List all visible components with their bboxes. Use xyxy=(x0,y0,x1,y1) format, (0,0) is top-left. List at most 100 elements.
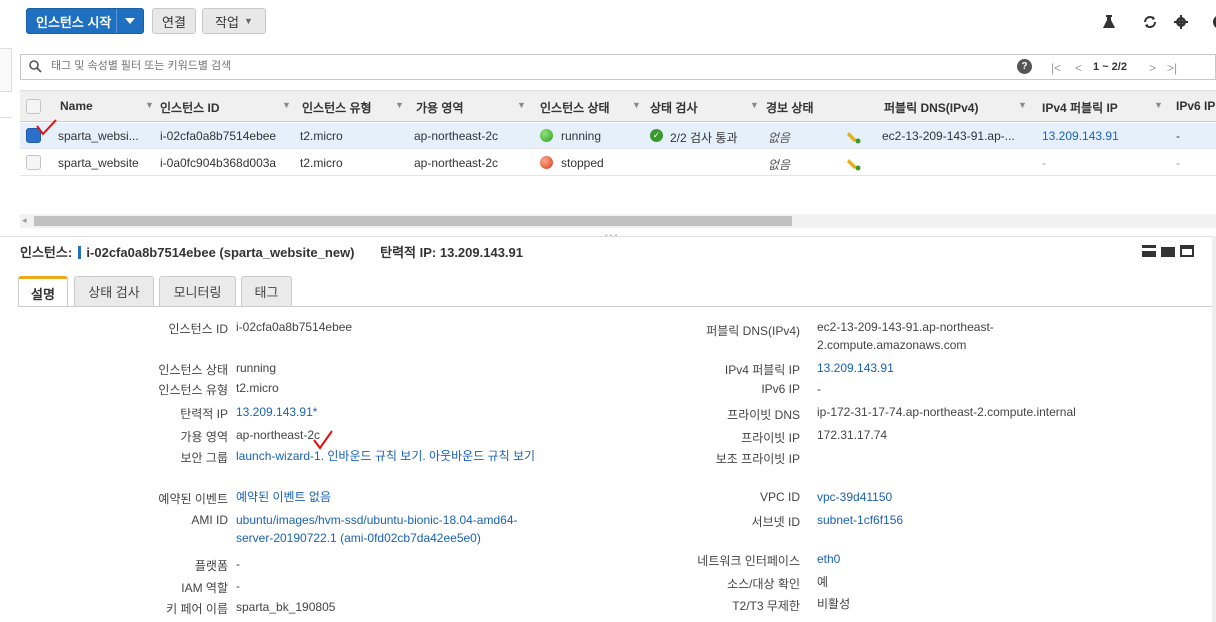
scroll-left-icon[interactable]: ◂ xyxy=(22,215,27,226)
sort-icon[interactable]: ▼ xyxy=(1154,100,1163,110)
layout-bottom-icon[interactable] xyxy=(1142,245,1156,257)
column-header-state[interactable]: 인스턴스 상태 xyxy=(540,99,610,116)
tab-underline xyxy=(18,306,1216,307)
value-source-dest-check: 예 xyxy=(817,575,829,589)
cell-type: t2.micro xyxy=(300,129,343,143)
annotation-checkmark xyxy=(36,119,57,136)
value-scheduled-events[interactable]: 예약된 이벤트 없음 xyxy=(236,488,331,506)
value-public-dns: ec2-13-209-143-91.ap-northeast-2.compute… xyxy=(817,320,994,352)
tab-tags[interactable]: 태그 xyxy=(241,276,292,306)
left-panel-edge xyxy=(0,48,12,92)
tab-description[interactable]: 설명 xyxy=(18,276,68,307)
sort-icon[interactable]: ▼ xyxy=(750,100,759,110)
annotation-checkmark xyxy=(313,430,333,450)
vertical-scrollbar[interactable] xyxy=(1212,236,1216,622)
cell-ipv6: - xyxy=(1176,129,1180,143)
table-row[interactable]: sparta_websi... i-02cfa0a8b7514ebee t2.m… xyxy=(20,123,1216,149)
label-public-dns: 퍼블릭 DNS(IPv4) xyxy=(706,324,800,338)
value-public-ipv4[interactable]: 13.209.143.91 xyxy=(817,359,894,377)
cell-ipv6: - xyxy=(1176,156,1180,170)
search-bar[interactable]: ? |< < 1 ~ 2/2 > >| xyxy=(20,54,1216,80)
label-availability-zone: 가용 영역 xyxy=(180,430,229,444)
value-network-interfaces[interactable]: eth0 xyxy=(817,550,840,568)
cell-instance-id: i-02cfa0a8b7514ebee xyxy=(160,129,277,143)
cell-zone: ap-northeast-2c xyxy=(414,129,499,143)
column-header-alarm[interactable]: 경보 상태 xyxy=(766,99,814,116)
sort-icon[interactable]: ▼ xyxy=(282,100,291,110)
prev-page-icon[interactable]: < xyxy=(1075,61,1082,75)
cell-alarm: 없음 xyxy=(768,131,791,145)
launch-dropdown-toggle[interactable] xyxy=(116,9,143,33)
help-icon[interactable] xyxy=(1206,14,1216,32)
column-header-public-dns[interactable]: 퍼블릭 DNS(IPv4) xyxy=(884,99,978,116)
column-header-zone[interactable]: 가용 영역 xyxy=(416,99,464,116)
cell-public-ip[interactable]: 13.209.143.91 xyxy=(1042,129,1119,143)
sort-icon[interactable]: ▼ xyxy=(517,100,526,110)
sort-icon[interactable]: ▼ xyxy=(145,100,154,110)
cell-state: running xyxy=(561,129,602,143)
label-subnet-id: 서브넷 ID xyxy=(751,515,800,529)
first-page-icon[interactable]: |< xyxy=(1051,61,1061,75)
column-header-public-ip[interactable]: IPv4 퍼블릭 IP xyxy=(1042,99,1118,116)
left-panel-edge xyxy=(0,92,12,118)
label-t2-unlimited: T2/T3 무제한 xyxy=(732,599,800,613)
scrollbar-thumb[interactable] xyxy=(34,216,792,226)
search-input[interactable] xyxy=(51,60,951,72)
column-header-status-check[interactable]: 상태 검사 xyxy=(650,99,698,116)
cell-state: stopped xyxy=(561,156,604,170)
value-private-ip: 172.31.17.74 xyxy=(817,428,888,442)
value-instance-state: running xyxy=(236,361,277,375)
value-availability-zone: ap-northeast-2c xyxy=(236,428,321,442)
layout-top-icon[interactable] xyxy=(1180,245,1194,257)
sort-icon[interactable]: ▼ xyxy=(395,100,404,110)
label-private-ip: 프라이빗 IP xyxy=(741,431,800,445)
value-subnet-id[interactable]: subnet-1cf6f156 xyxy=(817,511,903,529)
tab-status-checks[interactable]: 상태 검사 xyxy=(74,276,154,306)
table-row[interactable]: sparta_website i-0a0fc904b368d003a t2.mi… xyxy=(20,150,1216,176)
flask-icon[interactable] xyxy=(1100,14,1118,32)
layout-icons[interactable] xyxy=(1142,245,1194,257)
column-header-type[interactable]: 인스턴스 유형 xyxy=(302,99,372,116)
detail-eip-text: 탄력적 IP: 13.209.143.91 xyxy=(380,245,523,260)
cell-status-check: 2/2 검사 통과 xyxy=(670,131,738,145)
cell-public-dns: ec2-13-209-143-91.ap-... xyxy=(882,129,1015,143)
help-circle-icon[interactable]: ? xyxy=(1017,59,1032,74)
column-header-name[interactable]: Name xyxy=(60,99,93,113)
alarm-bell-icon[interactable] xyxy=(846,128,862,144)
cell-name: sparta_website xyxy=(58,156,139,170)
cell-name: sparta_websi... xyxy=(58,129,139,143)
connect-label: 연결 xyxy=(162,14,186,30)
label-ami-id: AMI ID xyxy=(191,513,228,527)
layout-split-icon[interactable] xyxy=(1161,245,1175,257)
last-page-icon[interactable]: >| xyxy=(1167,61,1177,75)
tab-monitoring[interactable]: 모니터링 xyxy=(159,276,236,306)
refresh-icon[interactable] xyxy=(1141,14,1159,32)
value-key-pair: sparta_bk_190805 xyxy=(236,600,336,614)
column-header-ipv6[interactable]: IPv6 IP xyxy=(1176,99,1215,113)
label-elastic-ip: 탄력적 IP xyxy=(180,407,228,421)
row-checkbox[interactable] xyxy=(26,155,41,170)
tab-label: 모니터링 xyxy=(173,285,222,300)
cell-zone: ap-northeast-2c xyxy=(414,156,499,170)
select-all-checkbox[interactable] xyxy=(26,99,41,114)
alarm-bell-icon[interactable] xyxy=(846,155,862,171)
label-instance-type: 인스턴스 유형 xyxy=(158,383,228,397)
sort-icon[interactable]: ▼ xyxy=(632,100,641,110)
value-vpc-id[interactable]: vpc-39d41150 xyxy=(817,488,892,506)
horizontal-scrollbar[interactable]: ◂ xyxy=(20,214,1216,228)
value-security-group[interactable]: launch-wizard-1. 인바운드 규칙 보기. 아웃바운드 규칙 보기 xyxy=(236,447,548,465)
label-instance-id: 인스턴스 ID xyxy=(168,322,229,336)
connect-button[interactable]: 연결 xyxy=(152,8,196,34)
gear-icon[interactable] xyxy=(1172,14,1190,32)
value-ami-id[interactable]: ubuntu/images/hvm-ssd/ubuntu-bionic-18.0… xyxy=(236,511,536,547)
column-header-instance-id[interactable]: 인스턴스 ID xyxy=(160,99,220,116)
value-elastic-ip[interactable]: 13.209.143.91* xyxy=(236,403,317,421)
cell-instance-id: i-0a0fc904b368d003a xyxy=(160,156,277,170)
sort-icon[interactable]: ▼ xyxy=(1018,100,1027,110)
value-instance-id: i-02cfa0a8b7514ebee xyxy=(236,320,353,334)
stopped-status-icon xyxy=(540,156,553,169)
running-status-icon xyxy=(540,129,553,142)
actions-button[interactable]: 작업 ▼ xyxy=(202,8,266,34)
detail-title: 인스턴스: i-02cfa0a8b7514ebee (sparta_websit… xyxy=(20,242,523,261)
next-page-icon[interactable]: > xyxy=(1149,61,1156,75)
